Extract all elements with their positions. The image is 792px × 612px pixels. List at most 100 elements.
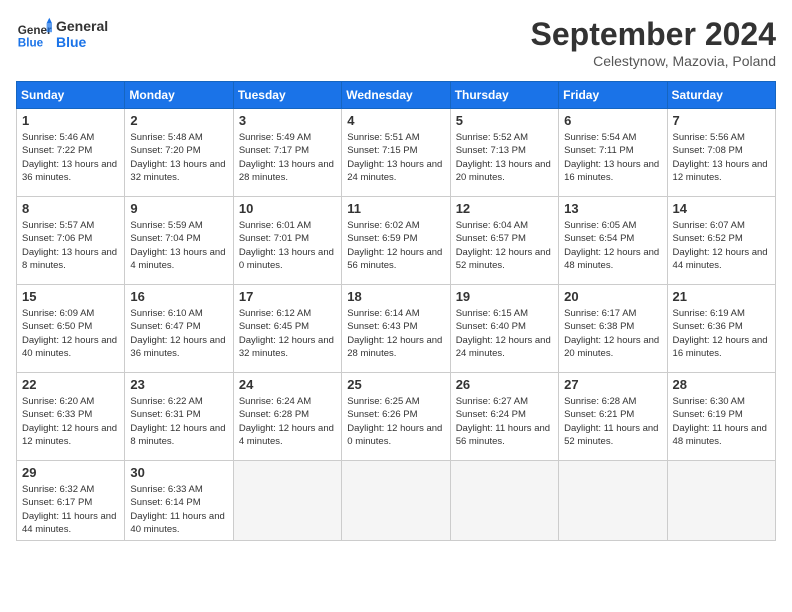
calendar-cell: 27 Sunrise: 6:28 AM Sunset: 6:21 PM Dayli… xyxy=(559,373,667,461)
calendar-cell: 5Sunrise: 5:52 AM Sunset: 7:13 PM Daylig… xyxy=(450,109,558,197)
calendar-cell: 4 Sunrise: 5:51 AM Sunset: 7:15 PM Daylig… xyxy=(342,109,450,197)
calendar-table: SundayMondayTuesdayWednesdayThursdayFrid… xyxy=(16,81,776,541)
day-number: 9 xyxy=(130,201,227,216)
logo-blue: Blue xyxy=(56,34,108,50)
day-info: Sunrise: 6:28 AM Sunset: 6:21 PM Dayligh… xyxy=(564,395,661,448)
calendar-cell: 2 Sunrise: 5:48 AM Sunset: 7:20 PM Daylig… xyxy=(125,109,233,197)
day-number: 18 xyxy=(347,289,444,304)
calendar-cell: 23 Sunrise: 6:22 AM Sunset: 6:31 PM Dayli… xyxy=(125,373,233,461)
day-info: Sunrise: 5:51 AM Sunset: 7:15 PM Dayligh… xyxy=(347,131,444,184)
day-info: Sunrise: 6:14 AM Sunset: 6:43 PM Dayligh… xyxy=(347,307,444,360)
calendar-cell: 18 Sunrise: 6:14 AM Sunset: 6:43 PM Dayli… xyxy=(342,285,450,373)
day-info: Sunrise: 5:54 AM Sunset: 7:11 PM Dayligh… xyxy=(564,131,661,184)
day-info: Sunrise: 6:20 AM Sunset: 6:33 PM Dayligh… xyxy=(22,395,119,448)
calendar-cell: 30 Sunrise: 6:33 AM Sunset: 6:14 PM Dayli… xyxy=(125,461,233,541)
day-number: 12 xyxy=(456,201,553,216)
calendar-cell xyxy=(342,461,450,541)
calendar-cell: 25Sunrise: 6:25 AM Sunset: 6:26 PM Dayli… xyxy=(342,373,450,461)
day-info: Sunrise: 6:12 AM Sunset: 6:45 PM Dayligh… xyxy=(239,307,336,360)
day-number: 27 xyxy=(564,377,661,392)
day-info: Sunrise: 5:48 AM Sunset: 7:20 PM Dayligh… xyxy=(130,131,227,184)
calendar-cell: 21 Sunrise: 6:19 AM Sunset: 6:36 PM Dayli… xyxy=(667,285,775,373)
day-number: 5 xyxy=(456,113,553,128)
calendar-cell: 24 Sunrise: 6:24 AM Sunset: 6:28 PM Dayli… xyxy=(233,373,341,461)
calendar-cell: 3 Sunrise: 5:49 AM Sunset: 7:17 PM Daylig… xyxy=(233,109,341,197)
day-info: Sunrise: 6:01 AM Sunset: 7:01 PM Dayligh… xyxy=(239,219,336,272)
day-info: Sunrise: 6:09 AM Sunset: 6:50 PM Dayligh… xyxy=(22,307,119,360)
day-number: 26 xyxy=(456,377,553,392)
calendar-cell: 17 Sunrise: 6:12 AM Sunset: 6:45 PM Dayli… xyxy=(233,285,341,373)
day-number: 13 xyxy=(564,201,661,216)
day-number: 24 xyxy=(239,377,336,392)
location-subtitle: Celestynow, Mazovia, Poland xyxy=(531,53,776,69)
day-number: 30 xyxy=(130,465,227,480)
calendar-header-row: SundayMondayTuesdayWednesdayThursdayFrid… xyxy=(17,82,776,109)
day-number: 28 xyxy=(673,377,770,392)
calendar-cell: 29Sunrise: 6:32 AM Sunset: 6:17 PM Dayli… xyxy=(17,461,125,541)
day-number: 3 xyxy=(239,113,336,128)
calendar-cell: 1Sunrise: 5:46 AM Sunset: 7:22 PM Daylig… xyxy=(17,109,125,197)
day-info: Sunrise: 6:24 AM Sunset: 6:28 PM Dayligh… xyxy=(239,395,336,448)
day-info: Sunrise: 5:59 AM Sunset: 7:04 PM Dayligh… xyxy=(130,219,227,272)
day-info: Sunrise: 6:30 AM Sunset: 6:19 PM Dayligh… xyxy=(673,395,770,448)
day-info: Sunrise: 6:32 AM Sunset: 6:17 PM Dayligh… xyxy=(22,483,119,536)
calendar-week-row: 1Sunrise: 5:46 AM Sunset: 7:22 PM Daylig… xyxy=(17,109,776,197)
day-info: Sunrise: 6:15 AM Sunset: 6:40 PM Dayligh… xyxy=(456,307,553,360)
day-number: 15 xyxy=(22,289,119,304)
calendar-week-row: 8 Sunrise: 5:57 AM Sunset: 7:06 PM Daylig… xyxy=(17,197,776,285)
header-friday: Friday xyxy=(559,82,667,109)
header-sunday: Sunday xyxy=(17,82,125,109)
svg-text:Blue: Blue xyxy=(18,37,44,50)
day-number: 8 xyxy=(22,201,119,216)
calendar-cell: 12 Sunrise: 6:04 AM Sunset: 6:57 PM Dayli… xyxy=(450,197,558,285)
day-number: 21 xyxy=(673,289,770,304)
day-number: 2 xyxy=(130,113,227,128)
day-number: 10 xyxy=(239,201,336,216)
calendar-cell: 14 Sunrise: 6:07 AM Sunset: 6:52 PM Dayli… xyxy=(667,197,775,285)
title-block: September 2024 Celestynow, Mazovia, Pola… xyxy=(531,16,776,69)
day-info: Sunrise: 6:10 AM Sunset: 6:47 PM Dayligh… xyxy=(130,307,227,360)
day-info: Sunrise: 6:05 AM Sunset: 6:54 PM Dayligh… xyxy=(564,219,661,272)
calendar-cell: 11 Sunrise: 6:02 AM Sunset: 6:59 PM Dayli… xyxy=(342,197,450,285)
day-number: 7 xyxy=(673,113,770,128)
logo-icon: General Blue xyxy=(16,16,52,52)
calendar-cell xyxy=(233,461,341,541)
calendar-cell: 7Sunrise: 5:56 AM Sunset: 7:08 PM Daylig… xyxy=(667,109,775,197)
logo-general: General xyxy=(56,18,108,34)
day-number: 19 xyxy=(456,289,553,304)
day-number: 20 xyxy=(564,289,661,304)
header-wednesday: Wednesday xyxy=(342,82,450,109)
calendar-cell: 22 Sunrise: 6:20 AM Sunset: 6:33 PM Dayli… xyxy=(17,373,125,461)
calendar-cell: 15 Sunrise: 6:09 AM Sunset: 6:50 PM Dayli… xyxy=(17,285,125,373)
calendar-cell xyxy=(559,461,667,541)
calendar-cell: 26Sunrise: 6:27 AM Sunset: 6:24 PM Dayli… xyxy=(450,373,558,461)
header-tuesday: Tuesday xyxy=(233,82,341,109)
calendar-cell xyxy=(667,461,775,541)
calendar-cell: 20 Sunrise: 6:17 AM Sunset: 6:38 PM Dayli… xyxy=(559,285,667,373)
day-number: 23 xyxy=(130,377,227,392)
calendar-cell: 13 Sunrise: 6:05 AM Sunset: 6:54 PM Dayli… xyxy=(559,197,667,285)
day-number: 14 xyxy=(673,201,770,216)
header-thursday: Thursday xyxy=(450,82,558,109)
calendar-cell: 10 Sunrise: 6:01 AM Sunset: 7:01 PM Dayli… xyxy=(233,197,341,285)
day-info: Sunrise: 5:57 AM Sunset: 7:06 PM Dayligh… xyxy=(22,219,119,272)
day-info: Sunrise: 6:17 AM Sunset: 6:38 PM Dayligh… xyxy=(564,307,661,360)
calendar-cell: 6Sunrise: 5:54 AM Sunset: 7:11 PM Daylig… xyxy=(559,109,667,197)
day-info: Sunrise: 6:02 AM Sunset: 6:59 PM Dayligh… xyxy=(347,219,444,272)
day-info: Sunrise: 5:49 AM Sunset: 7:17 PM Dayligh… xyxy=(239,131,336,184)
day-number: 22 xyxy=(22,377,119,392)
day-info: Sunrise: 6:04 AM Sunset: 6:57 PM Dayligh… xyxy=(456,219,553,272)
day-info: Sunrise: 6:19 AM Sunset: 6:36 PM Dayligh… xyxy=(673,307,770,360)
day-number: 4 xyxy=(347,113,444,128)
day-number: 11 xyxy=(347,201,444,216)
day-info: Sunrise: 6:25 AM Sunset: 6:26 PM Dayligh… xyxy=(347,395,444,448)
day-info: Sunrise: 6:07 AM Sunset: 6:52 PM Dayligh… xyxy=(673,219,770,272)
day-number: 17 xyxy=(239,289,336,304)
header-saturday: Saturday xyxy=(667,82,775,109)
day-info: Sunrise: 6:22 AM Sunset: 6:31 PM Dayligh… xyxy=(130,395,227,448)
month-title: September 2024 xyxy=(531,16,776,53)
day-number: 16 xyxy=(130,289,227,304)
day-info: Sunrise: 6:33 AM Sunset: 6:14 PM Dayligh… xyxy=(130,483,227,536)
logo: General Blue General Blue xyxy=(16,16,108,52)
calendar-week-row: 15 Sunrise: 6:09 AM Sunset: 6:50 PM Dayli… xyxy=(17,285,776,373)
